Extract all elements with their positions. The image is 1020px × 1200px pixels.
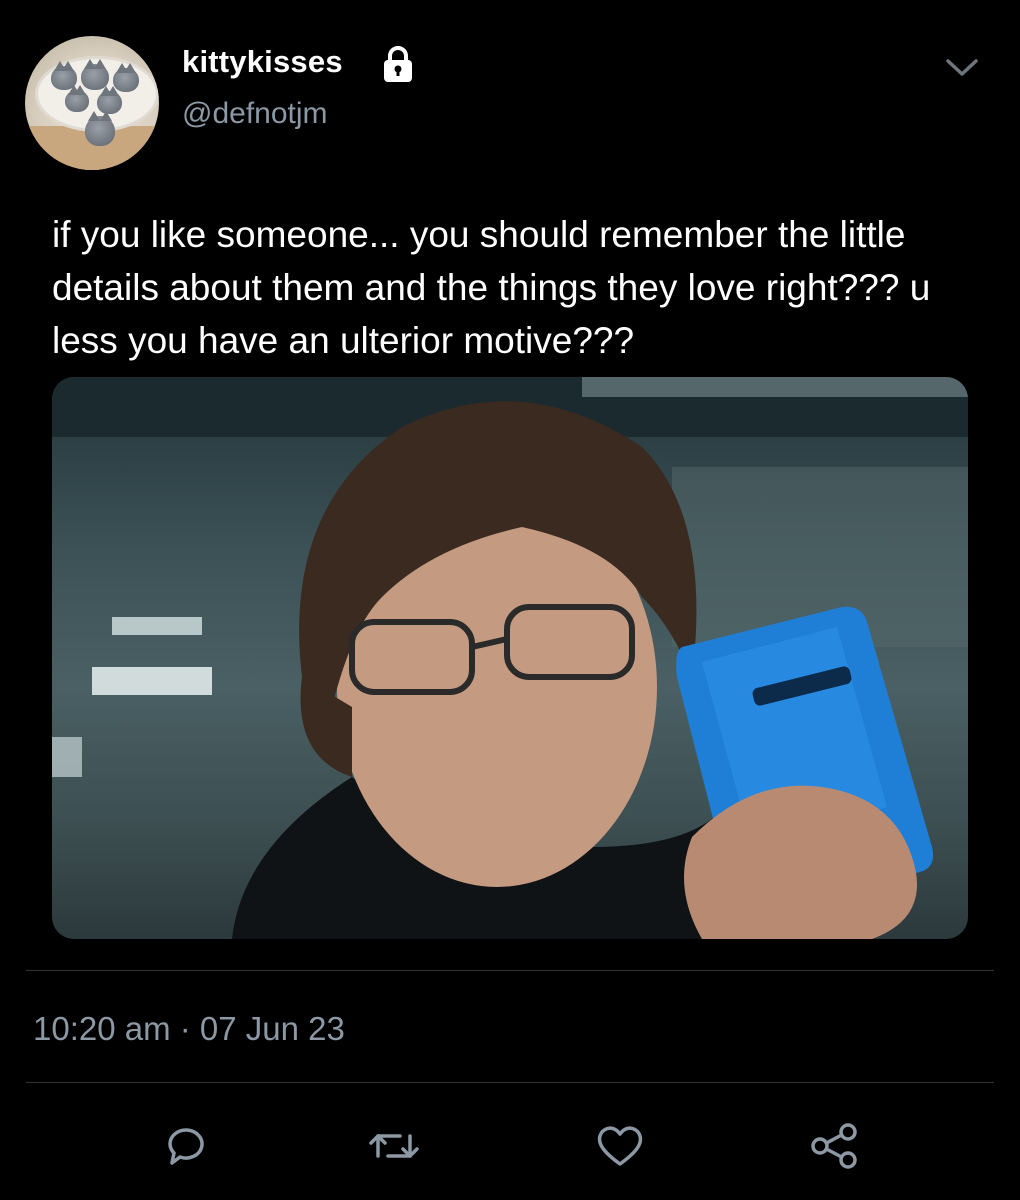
tweet-timestamp[interactable]: 10:20 am · 07 Jun 23	[33, 1010, 345, 1048]
avatar[interactable]	[25, 36, 159, 170]
like-icon[interactable]	[592, 1118, 648, 1174]
divider-top	[26, 970, 994, 971]
reply-icon[interactable]	[158, 1118, 214, 1174]
avatar-kitten	[65, 85, 89, 112]
lock-icon	[384, 46, 412, 82]
avatar-kitten	[85, 111, 115, 146]
tweet-text: if you like someone... you should rememb…	[52, 214, 931, 361]
retweet-icon[interactable]	[366, 1118, 422, 1174]
media-photo	[52, 377, 968, 939]
user-handle[interactable]: @defnotjm	[182, 97, 328, 131]
divider-bottom	[26, 1082, 994, 1083]
chevron-down-icon[interactable]	[942, 52, 982, 82]
display-name[interactable]: kittykisses	[182, 44, 343, 80]
tweet-media[interactable]	[52, 377, 968, 939]
share-icon[interactable]	[806, 1118, 862, 1174]
